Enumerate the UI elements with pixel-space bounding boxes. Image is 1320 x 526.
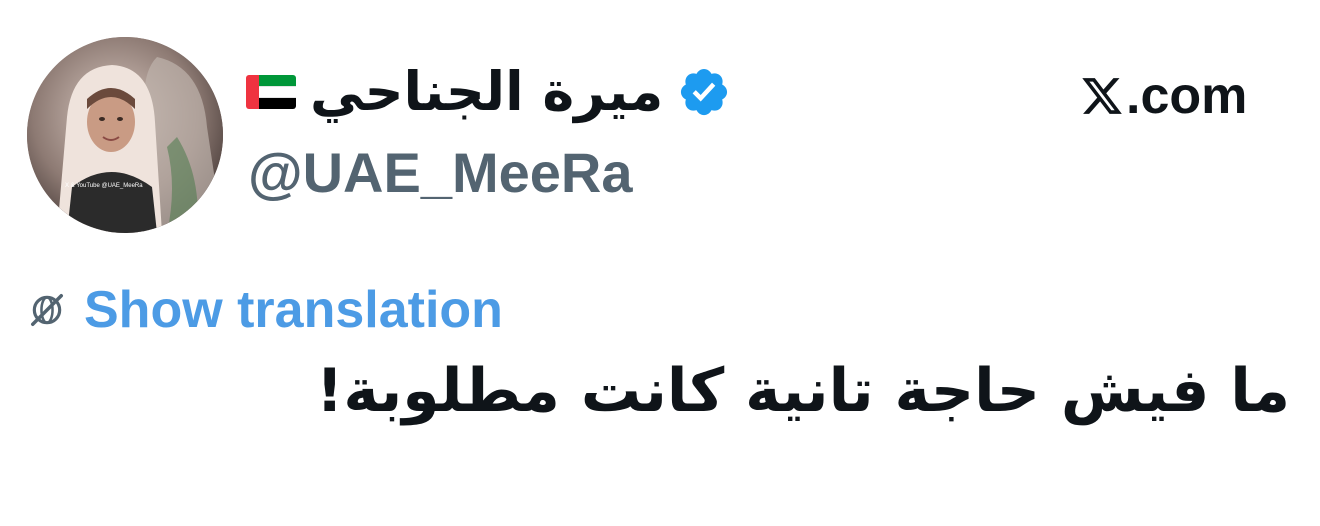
show-translation-button[interactable]: Show translation [28,284,503,336]
show-translation-link[interactable]: Show translation [84,284,503,336]
avatar-caption: X & YouTube @UAE_MeeRa [65,183,143,189]
avatar[interactable]: X & YouTube @UAE_MeeRa [27,37,223,233]
globe-off-icon [31,294,63,326]
author-handle[interactable]: @UAE_MeeRa [248,145,633,201]
uae-flag-icon [246,75,296,109]
site-domain: .com [1126,67,1248,125]
tweet-card: X & YouTube @UAE_MeeRa ميرة الجناحي @UAE… [0,0,1320,526]
author-name-row: ميرة الجناحي [246,60,731,124]
verified-badge-icon [681,68,728,116]
avatar-image: X & YouTube @UAE_MeeRa [27,37,223,233]
display-name[interactable]: ميرة الجناحي [310,65,663,119]
tweet-body: ما فيش حاجة تانية كانت مطلوبة! [315,356,1290,426]
site-label: .com [1080,70,1247,122]
x-logo-icon [1082,78,1122,114]
